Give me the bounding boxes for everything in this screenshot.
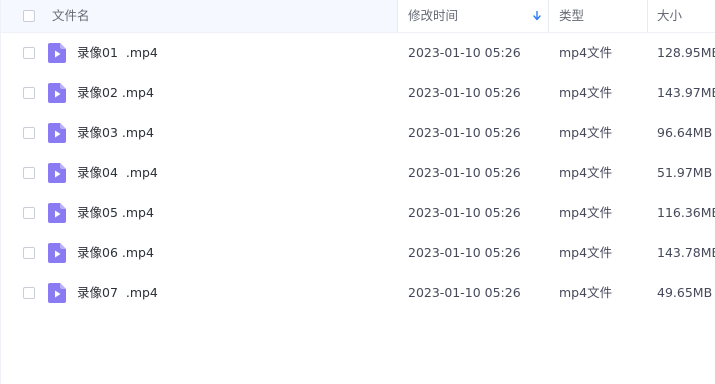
file-size: 128.95MB (657, 45, 715, 60)
file-type: mp4文件 (559, 125, 613, 140)
file-name[interactable]: 录像07 .mp4 (77, 273, 158, 313)
file-list: 文件名 修改时间 类型 大小 录像01 .mp4 2023-01-10 05:26… (0, 0, 715, 384)
video-file-icon (48, 123, 66, 143)
file-size: 143.97MB (657, 85, 715, 100)
file-modified-date: 2023-01-10 05:26 (408, 205, 521, 220)
column-header-name-label: 文件名 (52, 8, 90, 23)
video-file-icon (48, 163, 66, 183)
file-type: mp4文件 (559, 165, 613, 180)
file-type: mp4文件 (559, 285, 613, 300)
column-header-date-label: 修改时间 (408, 8, 459, 23)
column-header-size[interactable]: 大小 (648, 0, 715, 32)
table-row[interactable]: 录像07 .mp4 2023-01-10 05:26 mp4文件 49.65MB (1, 273, 715, 313)
video-file-icon (48, 283, 66, 303)
file-size: 96.64MB (657, 125, 713, 140)
file-modified-date: 2023-01-10 05:26 (408, 125, 521, 140)
file-modified-date: 2023-01-10 05:26 (408, 85, 521, 100)
arrow-down-icon[interactable] (532, 0, 542, 32)
video-file-icon (48, 203, 66, 223)
video-file-icon (48, 83, 66, 103)
file-name[interactable]: 录像04 .mp4 (77, 153, 158, 193)
file-size: 143.78MB (657, 245, 715, 260)
file-modified-date: 2023-01-10 05:26 (408, 165, 521, 180)
file-modified-date: 2023-01-10 05:26 (408, 45, 521, 60)
file-size: 116.36MB (657, 205, 715, 220)
column-header-size-label: 大小 (657, 8, 683, 23)
row-checkbox[interactable] (23, 87, 35, 99)
table-row[interactable]: 录像01 .mp4 2023-01-10 05:26 mp4文件 128.95MB (1, 33, 715, 73)
column-header-name[interactable]: 文件名 (1, 0, 398, 32)
file-modified-date: 2023-01-10 05:26 (408, 245, 521, 260)
file-type: mp4文件 (559, 245, 613, 260)
row-checkbox[interactable] (23, 167, 35, 179)
column-header-type[interactable]: 类型 (549, 0, 648, 32)
file-name[interactable]: 录像06 .mp4 (77, 233, 154, 273)
file-name[interactable]: 录像05 .mp4 (77, 193, 154, 233)
file-modified-date: 2023-01-10 05:26 (408, 285, 521, 300)
table-row[interactable]: 录像06 .mp4 2023-01-10 05:26 mp4文件 143.78MB (1, 233, 715, 273)
row-checkbox[interactable] (23, 127, 35, 139)
column-header-date[interactable]: 修改时间 (398, 0, 549, 32)
video-file-icon (48, 243, 66, 263)
file-name[interactable]: 录像02 .mp4 (77, 73, 154, 113)
row-checkbox[interactable] (23, 287, 35, 299)
column-header-type-label: 类型 (559, 8, 585, 23)
file-type: mp4文件 (559, 205, 613, 220)
row-checkbox[interactable] (23, 207, 35, 219)
file-name[interactable]: 录像01 .mp4 (77, 33, 158, 73)
file-type: mp4文件 (559, 45, 613, 60)
video-file-icon (48, 43, 66, 63)
table-row[interactable]: 录像03 .mp4 2023-01-10 05:26 mp4文件 96.64MB (1, 113, 715, 153)
file-type: mp4文件 (559, 85, 613, 100)
row-checkbox[interactable] (23, 47, 35, 59)
row-checkbox[interactable] (23, 247, 35, 259)
file-name[interactable]: 录像03 .mp4 (77, 113, 154, 153)
table-row[interactable]: 录像04 .mp4 2023-01-10 05:26 mp4文件 51.97MB (1, 153, 715, 193)
select-all-checkbox[interactable] (23, 10, 35, 22)
table-row[interactable]: 录像05 .mp4 2023-01-10 05:26 mp4文件 116.36MB (1, 193, 715, 233)
table-row[interactable]: 录像02 .mp4 2023-01-10 05:26 mp4文件 143.97MB (1, 73, 715, 113)
table-header: 文件名 修改时间 类型 大小 (1, 0, 715, 33)
file-size: 49.65MB (657, 285, 713, 300)
file-size: 51.97MB (657, 165, 713, 180)
